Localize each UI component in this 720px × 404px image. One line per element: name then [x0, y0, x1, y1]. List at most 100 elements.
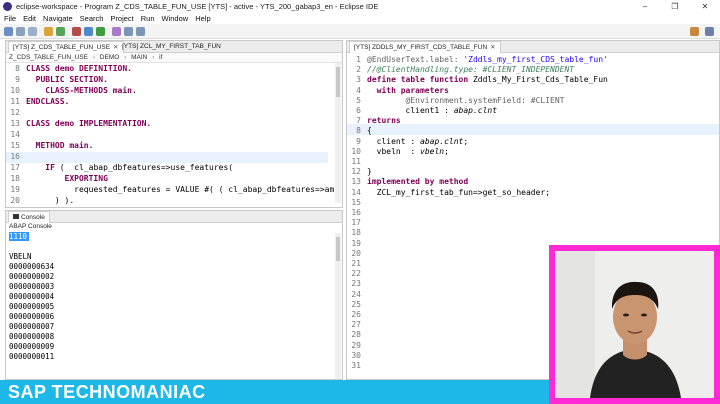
breadcrumb: Z_CDS_TABLE_FUN_USE › DEMO › MAIN › if: [6, 53, 342, 63]
code-token: PUBLIC SECTION.: [35, 75, 108, 84]
line-number: 11: [10, 97, 20, 106]
tab-label: Console: [21, 214, 45, 221]
code-line[interactable]: 13 CLASS demo IMPLEMENTATION.: [6, 118, 151, 129]
code-line[interactable]: 8 CLASS demo DEFINITION.: [6, 63, 132, 74]
breadcrumb-statement[interactable]: if: [159, 54, 162, 61]
code-line[interactable]: 14: [6, 129, 26, 140]
forward-icon[interactable]: [136, 27, 145, 36]
code-token: vbeln: [420, 146, 445, 156]
close-tab-icon[interactable]: ✕: [490, 44, 495, 51]
console-output[interactable]: 1110 VBELN 0000000634 0000000002 000000000…: [9, 232, 54, 362]
code-token: abap.clnt: [420, 136, 464, 146]
new-icon[interactable]: [4, 27, 13, 36]
left-editor-tabs: [YTS] Z_CDS_TABLE_FUN_USE ✕ [YTS] ZCL_MY_…: [6, 41, 342, 53]
presenter-video: [555, 251, 714, 398]
code-line[interactable]: 12: [6, 107, 26, 118]
code-token: @Environment.systemField: #CLIENT: [405, 95, 565, 105]
code-token: CLASS-METHODS main.: [45, 86, 137, 95]
console-view: Console ABAP Console: [5, 210, 343, 380]
tab-zcl-my-first-tab-fun[interactable]: [YTS] ZCL_MY_FIRST_TAB_FUN: [118, 41, 225, 53]
code-line[interactable]: 20 ) ).: [6, 195, 74, 206]
menu-navigate[interactable]: Navigate: [43, 14, 73, 23]
code-line[interactable]: 10 CLASS-METHODS main.: [6, 85, 137, 96]
console-row: 0000000007: [9, 322, 55, 331]
console-scrollbar[interactable]: [335, 233, 341, 379]
breadcrumb-class[interactable]: DEMO: [100, 54, 120, 61]
title-bar: eclipse-workspace - Program Z_CDS_TABLE_…: [0, 0, 720, 13]
scrollbar-thumb[interactable]: [336, 67, 340, 97]
console-selected-line: 1110: [9, 232, 54, 242]
window-title: eclipse-workspace - Program Z_CDS_TABLE_…: [16, 2, 379, 11]
right-editor-tabs: [YTS] ZDDLS_MY_FIRST_CDS_TABLE_FUN ✕: [347, 41, 719, 53]
menu-edit[interactable]: Edit: [23, 14, 36, 23]
back-icon[interactable]: [124, 27, 133, 36]
code-token: vbeln :: [376, 146, 420, 156]
left-editor-scrollbar[interactable]: [335, 63, 341, 203]
menu-project[interactable]: Project: [110, 14, 133, 23]
console-row: 0000000008: [9, 332, 55, 341]
save-all-icon[interactable]: [28, 27, 37, 36]
tab-zddls-my-first-cds-table-fun[interactable]: [YTS] ZDDLS_MY_FIRST_CDS_TABLE_FUN ✕: [349, 41, 501, 53]
code-line[interactable]: 15 METHOD main.: [6, 140, 93, 151]
code-line[interactable]: 18 EXPORTING: [6, 173, 108, 184]
tab-z-cds-table-fun-use[interactable]: [YTS] Z_CDS_TABLE_FUN_USE ✕: [8, 41, 124, 53]
breadcrumb-program[interactable]: Z_CDS_TABLE_FUN_USE: [9, 54, 88, 61]
code-token: CLASS demo DEFINITION.: [26, 64, 132, 73]
scrollbar-thumb[interactable]: [336, 237, 340, 261]
activate-icon[interactable]: [56, 27, 65, 36]
maximize-button[interactable]: ❐: [660, 0, 690, 13]
code-token: ZCL_my_first_tab_fun=>get_so_header;: [376, 187, 551, 197]
open-folder-icon[interactable]: [44, 27, 53, 36]
close-button[interactable]: ✕: [690, 0, 720, 13]
code-token: ) ).: [54, 196, 75, 205]
code-token: IF: [45, 163, 55, 172]
console-row: 0000000003: [9, 282, 55, 291]
code-line[interactable]: 11 ENDCLASS.: [6, 96, 69, 107]
console-row: 0000000011: [9, 352, 55, 361]
code-line[interactable]: 9 PUBLIC SECTION.: [6, 74, 108, 85]
code-token: define table function: [367, 75, 469, 85]
search-icon[interactable]: [112, 27, 121, 36]
left-code-area[interactable]: 8 CLASS demo DEFINITION. 9 PUBLIC SECTION.…: [6, 63, 336, 207]
code-token: client :: [376, 136, 420, 146]
console-row: 0000000634: [9, 262, 55, 271]
code-token: ( cl_abap_dbfeatures=>use_features(: [54, 163, 234, 172]
debug-icon[interactable]: [84, 27, 93, 36]
line-number: 13: [10, 119, 20, 128]
code-line[interactable]: 31: [347, 360, 367, 371]
channel-name: SAP TECHNOMANIAC: [8, 382, 206, 402]
save-icon[interactable]: [16, 27, 25, 36]
menu-help[interactable]: Help: [195, 14, 210, 23]
menu-bar: File Edit Navigate Search Project Run Wi…: [0, 13, 720, 24]
eclipse-icon: [3, 2, 12, 11]
line-number: 12: [10, 108, 20, 117]
code-token: ;: [444, 146, 449, 156]
tab-console[interactable]: Console: [8, 211, 50, 223]
code-line[interactable]: 16: [6, 151, 26, 162]
run-icon[interactable]: [96, 27, 105, 36]
toolbar: [0, 24, 720, 39]
stop-icon[interactable]: [72, 27, 81, 36]
perspective-icon[interactable]: [690, 27, 699, 36]
minimize-button[interactable]: –: [630, 0, 660, 13]
breadcrumb-method[interactable]: MAIN: [131, 54, 147, 61]
menu-search[interactable]: Search: [80, 14, 104, 23]
code-token: implemented by method: [367, 177, 469, 187]
code-token: Zddls_My_First_Cds_Table_Fun: [468, 75, 608, 85]
line-number: 19: [10, 185, 20, 194]
menu-window[interactable]: Window: [162, 14, 189, 23]
console-row: 0000000009: [9, 342, 55, 351]
menu-run[interactable]: Run: [141, 14, 155, 23]
code-line[interactable]: 19 requested_features = VALUE #( ( cl_ab…: [6, 184, 334, 195]
code-line[interactable]: 17 IF ( cl_abap_dbfeatures=>use_features…: [6, 162, 233, 173]
line-number: 10: [10, 86, 20, 95]
console-column-header: VBELN: [9, 252, 32, 261]
abap-perspective-icon[interactable]: [705, 27, 714, 36]
menu-file[interactable]: File: [4, 14, 16, 23]
code-line[interactable]: 14 ZCL_my_first_tab_fun=>get_so_header;: [347, 187, 550, 198]
